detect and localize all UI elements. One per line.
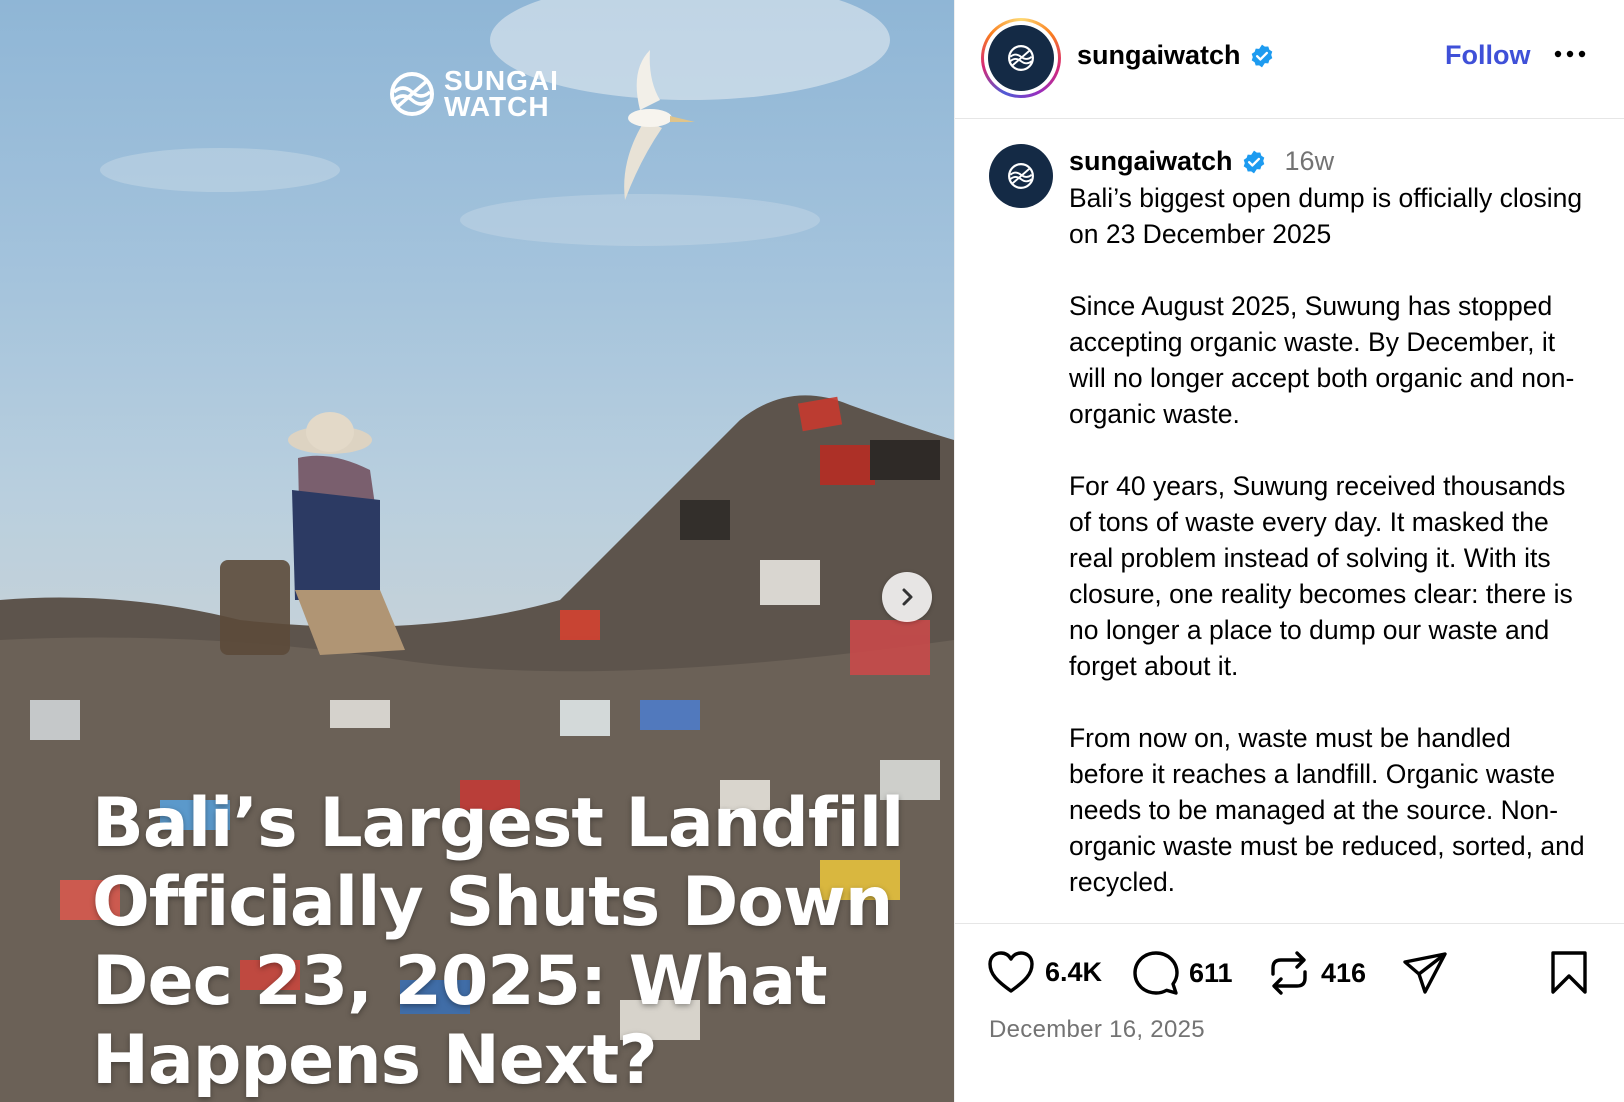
caption-paragraph: Bali’s biggest open dump is officially c… xyxy=(1069,183,1583,249)
verified-badge-icon xyxy=(1251,44,1272,67)
header-username[interactable]: sungaiwatch xyxy=(1077,40,1241,71)
avatar xyxy=(989,144,1053,208)
likes-count[interactable]: 6.4K xyxy=(1045,957,1102,988)
heart-icon xyxy=(988,951,1034,993)
chevron-right-icon xyxy=(902,588,913,606)
bookmark-icon xyxy=(1551,951,1587,994)
share-icon xyxy=(1403,952,1447,994)
verified-badge-icon xyxy=(1243,150,1264,173)
share-button[interactable] xyxy=(1401,950,1449,996)
header-username-row: sungaiwatch xyxy=(1077,40,1275,71)
more-options-button[interactable] xyxy=(1553,44,1587,69)
save-button[interactable] xyxy=(1549,950,1589,996)
caption-avatar[interactable] xyxy=(989,144,1053,208)
more-options-icon xyxy=(1554,50,1586,58)
caption-paragraph: For 40 years, Suwung received thousands … xyxy=(1069,471,1573,681)
post-header: sungaiwatch Follow xyxy=(955,0,1624,119)
brand-line-2: WATCH xyxy=(444,91,550,122)
post-age[interactable]: 16w xyxy=(1285,146,1335,177)
next-slide-button[interactable] xyxy=(882,572,932,622)
waste-picker xyxy=(220,412,405,655)
caption-paragraph: From now on, waste must be handled befor… xyxy=(1069,723,1585,897)
comment-button[interactable]: 611 xyxy=(1133,950,1233,996)
repost-icon xyxy=(1271,951,1307,995)
sungai-logo-icon xyxy=(1008,163,1034,189)
comments-count[interactable]: 611 xyxy=(1189,958,1233,989)
profile-avatar-story-ring[interactable] xyxy=(981,18,1061,98)
follow-button[interactable]: Follow xyxy=(1445,40,1530,71)
post-date[interactable]: December 16, 2025 xyxy=(989,1016,1205,1044)
caption-text: Bali’s biggest open dump is officially c… xyxy=(1069,180,1589,923)
comment-icon xyxy=(1133,951,1179,995)
caption-paragraph: Since August 2025, Suwung has stopped ac… xyxy=(1069,291,1575,429)
post-image[interactable]: SUNGAI WATCH Bali’s Largest Landfill Off… xyxy=(0,0,954,1102)
caption-header: sungaiwatch 16w xyxy=(1069,146,1334,177)
sungai-logo-icon xyxy=(390,72,434,116)
repost-button[interactable]: 416 xyxy=(1267,950,1366,996)
avatar xyxy=(988,25,1054,91)
post-side-panel: sungaiwatch Follow sungaiwatch 16w Bali’… xyxy=(954,0,1624,1102)
sungai-watch-logo: SUNGAI WATCH xyxy=(388,67,559,122)
caption-username[interactable]: sungaiwatch xyxy=(1069,146,1233,177)
reposts-count[interactable]: 416 xyxy=(1321,958,1366,989)
caption-section[interactable]: sungaiwatch 16w Bali’s biggest open dump… xyxy=(955,120,1624,924)
like-button[interactable]: 6.4K xyxy=(987,950,1102,994)
image-headline: Bali’s Largest Landfill Officially Shuts… xyxy=(92,784,904,1100)
action-bar: 6.4K 611 416 xyxy=(955,950,1624,1010)
sungai-logo-icon xyxy=(1008,45,1034,71)
